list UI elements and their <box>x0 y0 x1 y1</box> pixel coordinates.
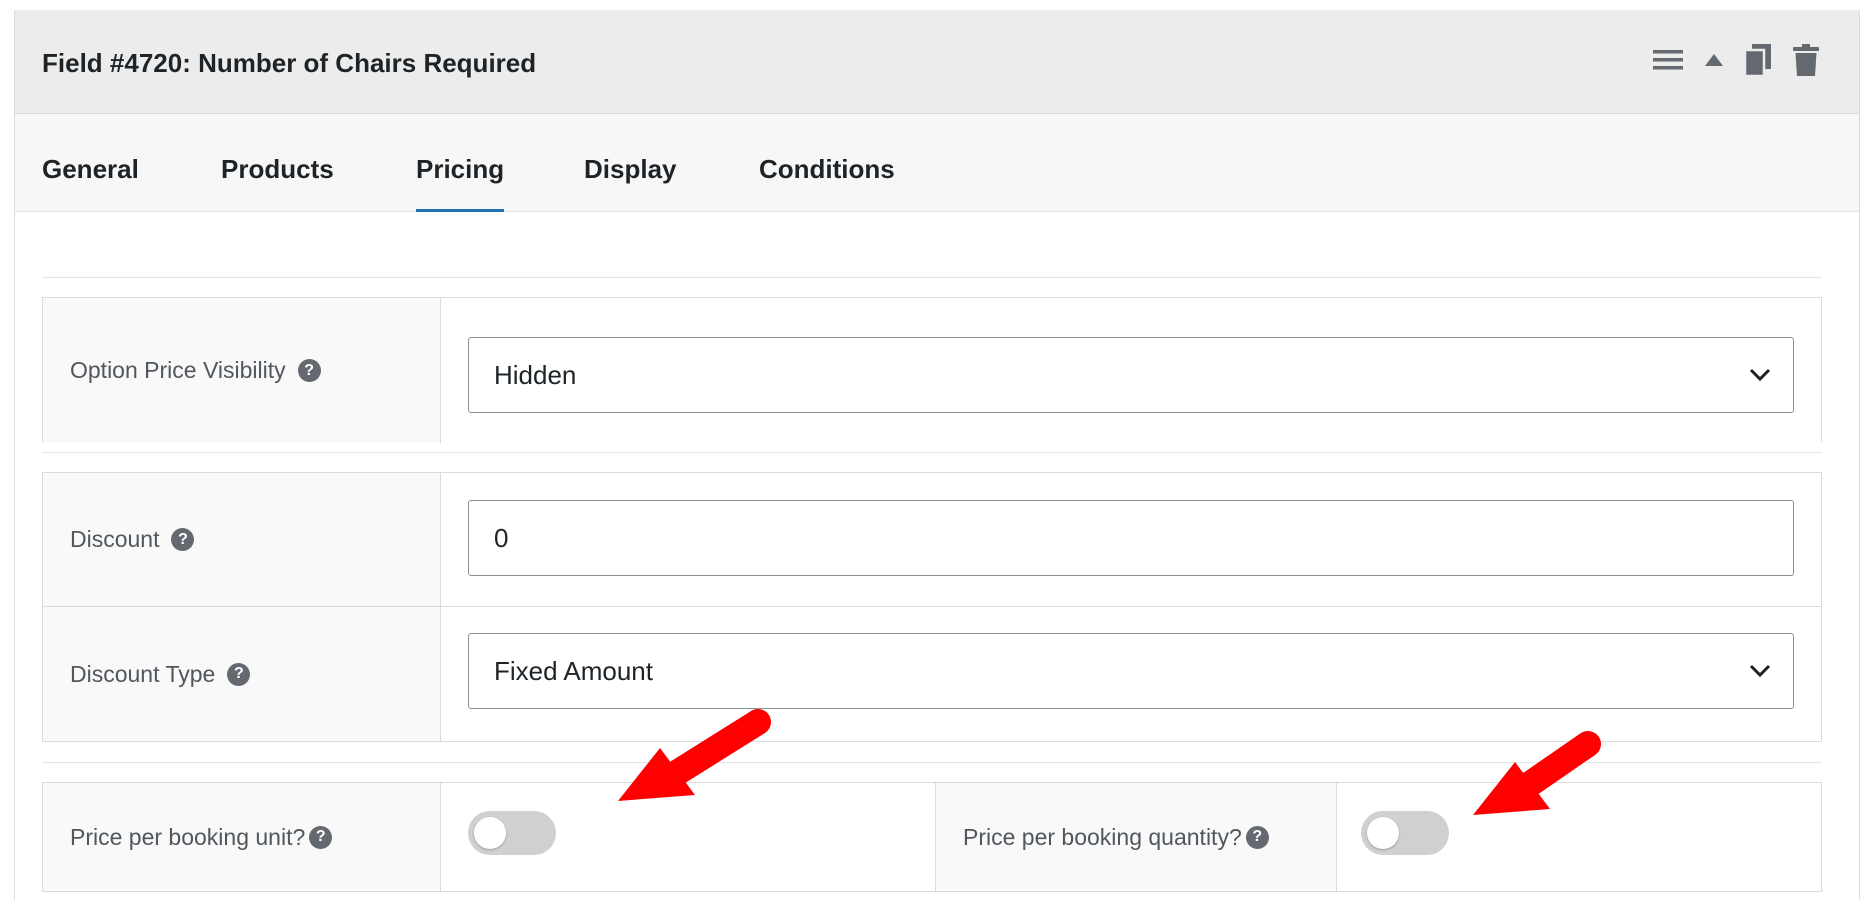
visibility-value-cell: Hidden <box>441 298 1821 443</box>
tab-display[interactable]: Display <box>584 154 677 185</box>
visibility-label-cell: Option Price Visibility ? <box>43 298 441 443</box>
visibility-selected-value: Hidden <box>494 359 577 390</box>
toggle-knob <box>474 817 506 849</box>
visibility-row: Option Price Visibility ? Hidden <box>43 298 1821 443</box>
discount-label: Discount <box>70 526 160 552</box>
help-icon[interactable]: ? <box>227 662 251 686</box>
price-per-quantity-label-cell: Price per booking quantity? ? <box>935 783 1337 891</box>
price-per-unit-toggle[interactable] <box>468 811 556 855</box>
collapse-arrow-icon[interactable] <box>1705 54 1723 66</box>
tab-general[interactable]: General <box>42 154 139 185</box>
price-per-quantity-label: Price per booking quantity? <box>963 823 1242 850</box>
discount-type-label: Discount Type <box>70 660 216 687</box>
menu-icon[interactable] <box>1653 49 1683 71</box>
field-header: Field #4720: Number of Chairs Required <box>15 10 1859 114</box>
discount-label-cell: Discount ? <box>43 473 441 606</box>
divider <box>42 277 1822 278</box>
visibility-section: Option Price Visibility ? Hidden <box>42 297 1822 443</box>
tab-conditions[interactable]: Conditions <box>759 154 895 185</box>
header-actions <box>1653 44 1819 76</box>
visibility-label: Option Price Visibility <box>70 357 286 383</box>
annotation-arrow-icon <box>1473 731 1601 815</box>
duplicate-icon[interactable] <box>1745 44 1771 76</box>
price-per-unit-label: Price per booking unit? <box>70 823 306 850</box>
discount-section: Discount ? 0 Discount Type ? Fixed Amoun… <box>42 472 1822 742</box>
help-icon[interactable]: ? <box>297 359 321 382</box>
discount-type-selected-value: Fixed Amount <box>494 655 653 686</box>
field-title: Field #4720: Number of Chairs Required <box>42 48 537 78</box>
price-per-quantity-toggle[interactable] <box>1361 811 1449 855</box>
visibility-select[interactable]: Hidden <box>468 337 1794 413</box>
trash-icon[interactable] <box>1793 44 1819 76</box>
discount-row: Discount ? 0 <box>43 473 1821 607</box>
help-icon[interactable]: ? <box>1245 825 1269 849</box>
divider <box>42 452 1822 453</box>
help-icon[interactable]: ? <box>171 528 195 551</box>
help-icon[interactable]: ? <box>309 825 333 849</box>
chevron-down-icon <box>1749 368 1771 382</box>
annotation-arrow-icon <box>618 709 771 801</box>
tab-bar: General Products Pricing Display Conditi… <box>15 114 1859 212</box>
discount-type-select[interactable]: Fixed Amount <box>468 633 1794 709</box>
chevron-down-icon <box>1749 664 1771 678</box>
discount-value-cell: 0 <box>441 473 1821 606</box>
tab-pricing[interactable]: Pricing <box>416 154 505 212</box>
discount-type-label-cell: Discount Type ? <box>43 607 441 741</box>
tab-products[interactable]: Products <box>221 154 334 185</box>
discount-input[interactable]: 0 <box>468 500 1794 576</box>
toggle-knob <box>1367 817 1399 849</box>
price-per-unit-label-cell: Price per booking unit? ? <box>43 783 441 891</box>
